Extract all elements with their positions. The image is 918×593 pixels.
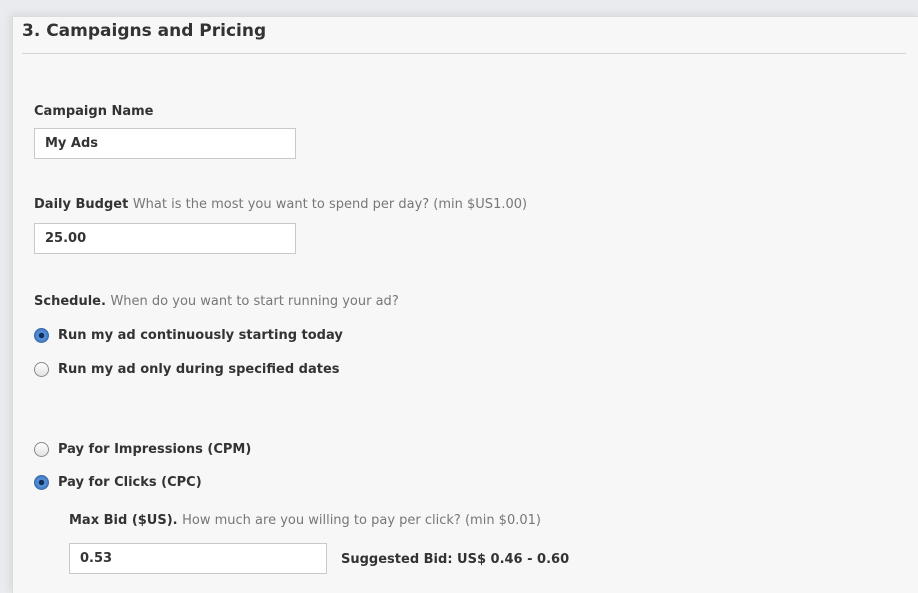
- max-bid-label: Max Bid ($US). How much are you willing …: [69, 513, 541, 528]
- daily-budget-hint: What is the most you want to spend per d…: [132, 197, 528, 212]
- daily-budget-label-text: Daily Budget: [34, 197, 129, 212]
- max-bid-input[interactable]: [69, 543, 327, 574]
- radio-unselected-icon[interactable]: [34, 362, 49, 377]
- schedule-option-label: Run my ad only during specified dates: [58, 362, 340, 377]
- suggested-bid-text: Suggested Bid: US$ 0.46 - 0.60: [341, 552, 570, 567]
- daily-budget-input[interactable]: [34, 223, 296, 254]
- radio-selected-icon[interactable]: [34, 328, 49, 343]
- pricing-option-label: Pay for Clicks (CPC): [58, 475, 202, 490]
- pricing-option-cpm[interactable]: Pay for Impressions (CPM): [34, 442, 251, 457]
- schedule-option-dates[interactable]: Run my ad only during specified dates: [34, 362, 340, 377]
- schedule-label: Schedule. When do you want to start runn…: [34, 294, 399, 309]
- max-bid-label-text: Max Bid ($US).: [69, 513, 178, 528]
- campaign-name-label: Campaign Name: [34, 104, 154, 119]
- campaign-name-input[interactable]: [34, 128, 296, 159]
- section-divider: [22, 53, 906, 54]
- pricing-option-label: Pay for Impressions (CPM): [58, 442, 252, 457]
- radio-unselected-icon[interactable]: [34, 442, 49, 457]
- pricing-option-cpc[interactable]: Pay for Clicks (CPC): [34, 475, 202, 490]
- daily-budget-label: Daily Budget What is the most you want t…: [34, 197, 527, 212]
- schedule-label-text: Schedule.: [34, 294, 106, 309]
- section-title: 3. Campaigns and Pricing: [22, 21, 267, 41]
- schedule-option-label: Run my ad continuously starting today: [58, 328, 343, 343]
- schedule-option-continuous[interactable]: Run my ad continuously starting today: [34, 328, 343, 343]
- schedule-hint: When do you want to start running your a…: [110, 294, 399, 309]
- max-bid-hint: How much are you willing to pay per clic…: [182, 513, 541, 528]
- radio-selected-icon[interactable]: [34, 475, 49, 490]
